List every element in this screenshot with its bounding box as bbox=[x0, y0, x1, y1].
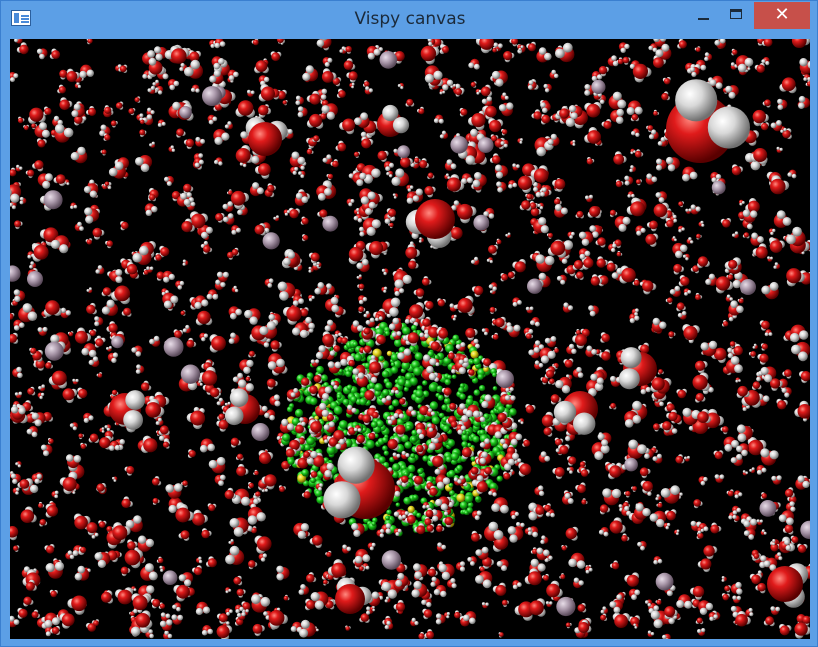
title-bar[interactable]: Vispy canvas ✕ bbox=[1, 1, 818, 38]
maximize-button[interactable] bbox=[723, 2, 751, 28]
molecule-scene bbox=[10, 39, 810, 639]
solute-cluster bbox=[279, 308, 523, 538]
app-window: Vispy canvas ✕ bbox=[0, 0, 818, 647]
close-button[interactable]: ✕ bbox=[754, 2, 810, 29]
vispy-canvas[interactable] bbox=[10, 39, 810, 639]
maximize-icon bbox=[730, 9, 742, 19]
close-icon: ✕ bbox=[774, 4, 790, 25]
minimize-button[interactable] bbox=[689, 2, 717, 28]
minimize-icon bbox=[698, 18, 709, 20]
